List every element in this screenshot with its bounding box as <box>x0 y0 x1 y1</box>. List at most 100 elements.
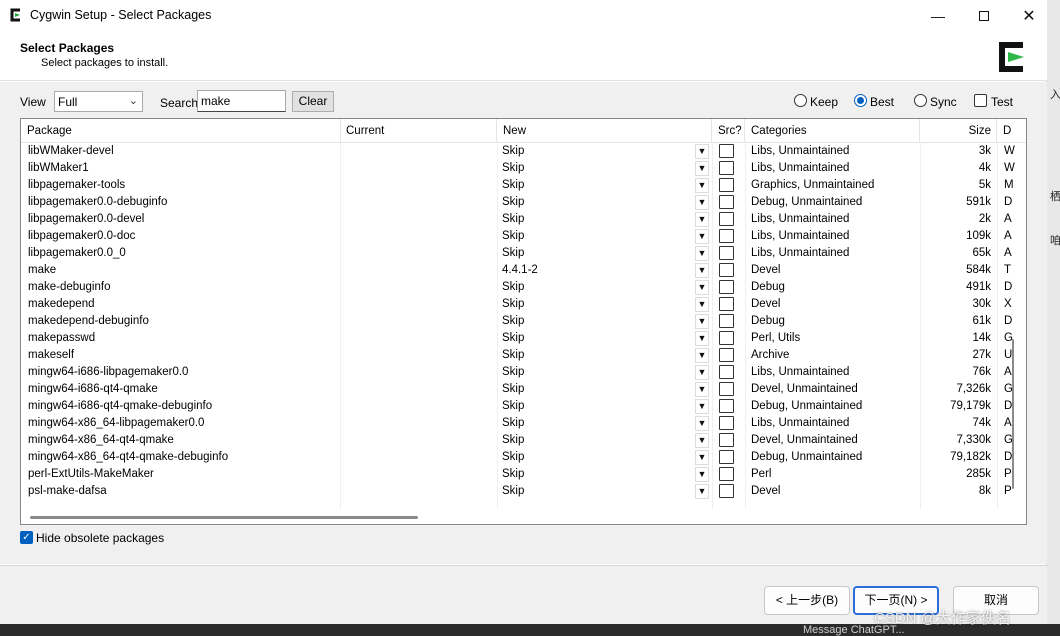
chevron-down-icon[interactable]: ▼ <box>695 280 709 295</box>
table-row[interactable]: mingw64-i686-qt4-qmake-debuginfo Skip ▼ Deb… <box>21 398 1026 415</box>
source-checkbox[interactable] <box>719 280 734 294</box>
source-checkbox[interactable] <box>719 314 734 328</box>
source-checkbox[interactable] <box>719 467 734 481</box>
chevron-down-icon[interactable]: ▼ <box>695 382 709 397</box>
source-checkbox[interactable] <box>719 399 734 413</box>
chevron-down-icon[interactable]: ▼ <box>695 229 709 244</box>
source-checkbox[interactable] <box>719 178 734 192</box>
new-action-select[interactable]: Skip <box>502 432 692 449</box>
table-row[interactable]: libpagemaker0.0_0 Skip ▼ Libs, Unmaintained… <box>21 245 1026 262</box>
clear-button[interactable]: Clear <box>292 91 334 112</box>
table-row[interactable]: libpagemaker-tools Skip ▼ Graphics, Unmaint… <box>21 177 1026 194</box>
new-action-select[interactable]: Skip <box>502 449 692 466</box>
source-checkbox[interactable] <box>719 161 734 175</box>
source-checkbox[interactable] <box>719 263 734 277</box>
chevron-down-icon[interactable]: ▼ <box>695 450 709 465</box>
column-header-categories[interactable]: Categories <box>745 119 920 143</box>
column-header-size[interactable]: Size <box>920 119 997 143</box>
search-input[interactable] <box>197 90 286 112</box>
chevron-down-icon[interactable]: ▼ <box>695 144 709 159</box>
chevron-down-icon[interactable]: ▼ <box>695 195 709 210</box>
new-action-select[interactable]: Skip <box>502 415 692 432</box>
package-table[interactable]: Package Current New Src? Categories Size… <box>20 118 1027 525</box>
table-row[interactable]: libWMaker1 Skip ▼ Libs, Unmaintained 4k W <box>21 160 1026 177</box>
sync-radio[interactable] <box>914 94 927 107</box>
table-row[interactable]: perl-ExtUtils-MakeMaker Skip ▼ Perl 285k P <box>21 466 1026 483</box>
source-checkbox[interactable] <box>719 450 734 464</box>
horizontal-scrollbar[interactable] <box>21 509 1026 524</box>
source-checkbox[interactable] <box>719 229 734 243</box>
chevron-down-icon[interactable]: ▼ <box>695 348 709 363</box>
new-action-select[interactable]: Skip <box>502 466 692 483</box>
table-row[interactable]: make-debuginfo Skip ▼ Debug 491k D <box>21 279 1026 296</box>
keep-radio[interactable] <box>794 94 807 107</box>
table-row[interactable]: mingw64-x86_64-qt4-qmake Skip ▼ Devel, Unma… <box>21 432 1026 449</box>
table-row[interactable]: makedepend Skip ▼ Devel 30k X <box>21 296 1026 313</box>
new-action-select[interactable]: Skip <box>502 398 692 415</box>
table-row[interactable]: makeself Skip ▼ Archive 27k U <box>21 347 1026 364</box>
table-row[interactable]: makedepend-debuginfo Skip ▼ Debug 61k D <box>21 313 1026 330</box>
new-action-select[interactable]: Skip <box>502 313 692 330</box>
source-checkbox[interactable] <box>719 195 734 209</box>
table-row[interactable]: makepasswd Skip ▼ Perl, Utils 14k G <box>21 330 1026 347</box>
source-checkbox[interactable] <box>719 144 734 158</box>
source-checkbox[interactable] <box>719 348 734 362</box>
new-action-select[interactable]: Skip <box>502 160 692 177</box>
source-checkbox[interactable] <box>719 382 734 396</box>
chevron-down-icon[interactable]: ▼ <box>695 433 709 448</box>
source-checkbox[interactable] <box>719 484 734 498</box>
chevron-down-icon[interactable]: ▼ <box>695 263 709 278</box>
title-bar[interactable]: Cygwin Setup - Select Packages — ✕ <box>0 0 1047 31</box>
maximize-button[interactable] <box>961 0 1007 31</box>
chevron-down-icon[interactable]: ▼ <box>695 212 709 227</box>
chevron-down-icon[interactable]: ▼ <box>695 484 709 499</box>
new-action-select[interactable]: Skip <box>502 381 692 398</box>
chevron-down-icon[interactable]: ▼ <box>695 161 709 176</box>
new-action-select[interactable]: Skip <box>502 245 692 262</box>
minimize-button[interactable]: — <box>915 0 961 31</box>
new-action-select[interactable]: 4.4.1-2 <box>502 262 692 279</box>
test-checkbox[interactable] <box>974 94 987 107</box>
chevron-down-icon[interactable]: ▼ <box>695 331 709 346</box>
column-header-description[interactable]: D <box>997 119 1026 143</box>
source-checkbox[interactable] <box>719 331 734 345</box>
table-row[interactable]: psl-make-dafsa Skip ▼ Devel 8k P <box>21 483 1026 500</box>
new-action-select[interactable]: Skip <box>502 194 692 211</box>
close-button[interactable]: ✕ <box>1006 0 1052 31</box>
chevron-down-icon[interactable]: ▼ <box>695 246 709 261</box>
column-header-new[interactable]: New <box>497 119 712 143</box>
new-action-select[interactable]: Skip <box>502 347 692 364</box>
new-action-select[interactable]: Skip <box>502 228 692 245</box>
new-action-select[interactable]: Skip <box>502 483 692 500</box>
horizontal-scrollbar-thumb[interactable] <box>30 516 418 519</box>
source-checkbox[interactable] <box>719 212 734 226</box>
table-row[interactable]: libpagemaker0.0-devel Skip ▼ Libs, Unmainta… <box>21 211 1026 228</box>
table-row[interactable]: mingw64-x86_64-qt4-qmake-debuginfo Skip ▼ D… <box>21 449 1026 466</box>
table-row[interactable]: make 4.4.1-2 ▼ Devel 584k T <box>21 262 1026 279</box>
source-checkbox[interactable] <box>719 365 734 379</box>
table-row[interactable]: libpagemaker0.0-debuginfo Skip ▼ Debug, Unm… <box>21 194 1026 211</box>
chevron-down-icon[interactable]: ▼ <box>695 297 709 312</box>
chevron-down-icon[interactable]: ▼ <box>695 416 709 431</box>
source-checkbox[interactable] <box>719 433 734 447</box>
new-action-select[interactable]: Skip <box>502 143 692 160</box>
new-action-select[interactable]: Skip <box>502 279 692 296</box>
table-row[interactable]: libpagemaker0.0-doc Skip ▼ Libs, Unmaintain… <box>21 228 1026 245</box>
new-action-select[interactable]: Skip <box>502 211 692 228</box>
table-row[interactable]: mingw64-x86_64-libpagemaker0.0 Skip ▼ Libs,… <box>21 415 1026 432</box>
source-checkbox[interactable] <box>719 416 734 430</box>
view-select[interactable]: Full ⌄ <box>54 91 143 112</box>
best-radio[interactable] <box>854 94 867 107</box>
source-checkbox[interactable] <box>719 246 734 260</box>
new-action-select[interactable]: Skip <box>502 177 692 194</box>
chevron-down-icon[interactable]: ▼ <box>695 365 709 380</box>
new-action-select[interactable]: Skip <box>502 364 692 381</box>
chevron-down-icon[interactable]: ▼ <box>695 467 709 482</box>
source-checkbox[interactable] <box>719 297 734 311</box>
chevron-down-icon[interactable]: ▼ <box>695 314 709 329</box>
column-header-current[interactable]: Current <box>340 119 497 143</box>
chevron-down-icon[interactable]: ▼ <box>695 178 709 193</box>
hide-obsolete-checkbox[interactable]: ✓ <box>20 531 33 544</box>
new-action-select[interactable]: Skip <box>502 330 692 347</box>
table-row[interactable]: libWMaker-devel Skip ▼ Libs, Unmaintained 3k… <box>21 143 1026 160</box>
